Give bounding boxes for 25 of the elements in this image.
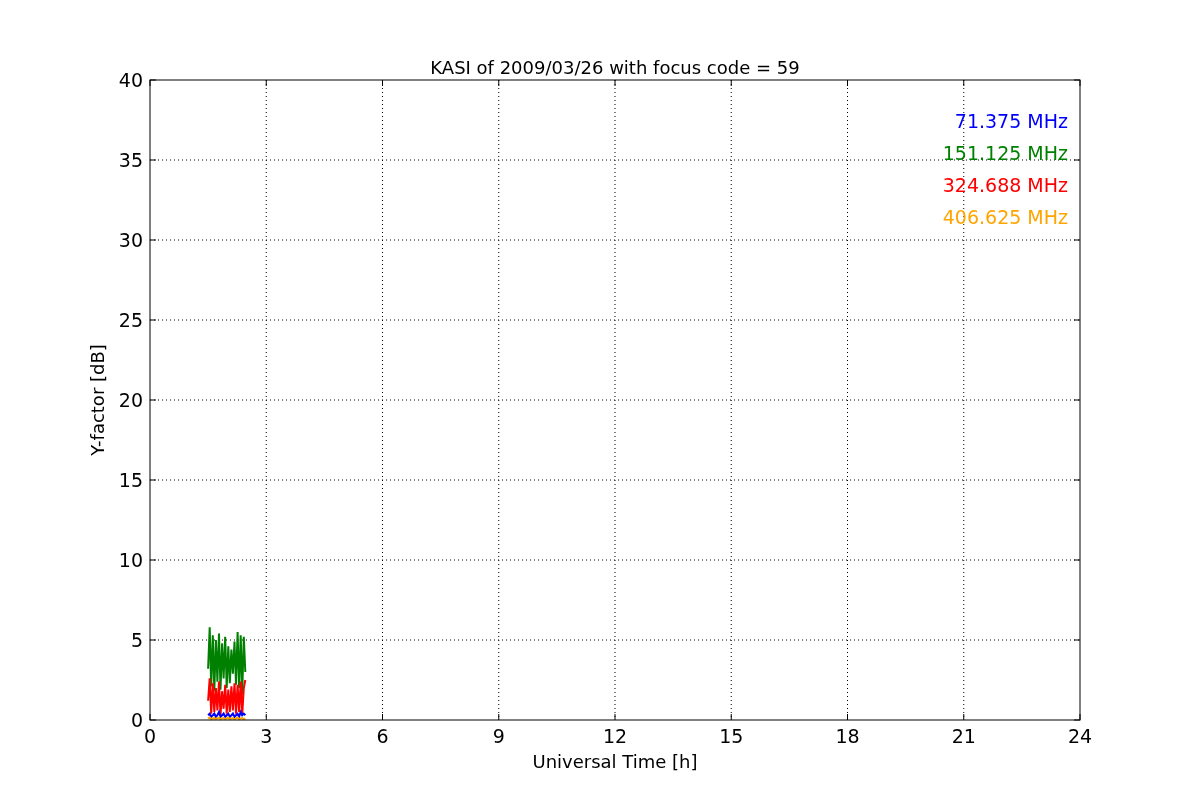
- legend-label: 406.625 MHz: [942, 206, 1068, 228]
- x-tick-label: 9: [492, 725, 505, 747]
- y-tick-label: 40: [118, 69, 143, 91]
- x-tick-label: 0: [143, 725, 157, 747]
- y-tick-label: 0: [130, 709, 143, 731]
- y-tick-label: 20: [118, 389, 143, 411]
- x-tick-label: 3: [260, 725, 273, 747]
- y-tick-label: 30: [118, 229, 143, 251]
- y-tick-label: 35: [118, 149, 143, 171]
- x-axis-label: Universal Time [h]: [532, 751, 698, 772]
- y-tick-label: 25: [118, 309, 143, 331]
- x-tick-label: 15: [719, 725, 744, 747]
- chart-title: KASI of 2009/03/26 with focus code = 59: [430, 57, 800, 78]
- legend-label: 151.125 MHz: [942, 142, 1068, 164]
- x-tick-label: 21: [951, 725, 976, 747]
- y-axis-label: Y-factor [dB]: [87, 344, 108, 456]
- y-tick-label: 10: [118, 549, 143, 571]
- x-tick-label: 12: [602, 725, 628, 747]
- x-tick-label: 6: [376, 725, 389, 747]
- legend-label: 324.688 MHz: [942, 174, 1068, 196]
- legend-label: 71.375 MHz: [954, 110, 1068, 132]
- y-tick-label: 15: [118, 469, 143, 491]
- x-tick-label: 18: [835, 725, 860, 747]
- y-tick-label: 5: [130, 629, 143, 651]
- x-tick-label: 24: [1067, 725, 1093, 747]
